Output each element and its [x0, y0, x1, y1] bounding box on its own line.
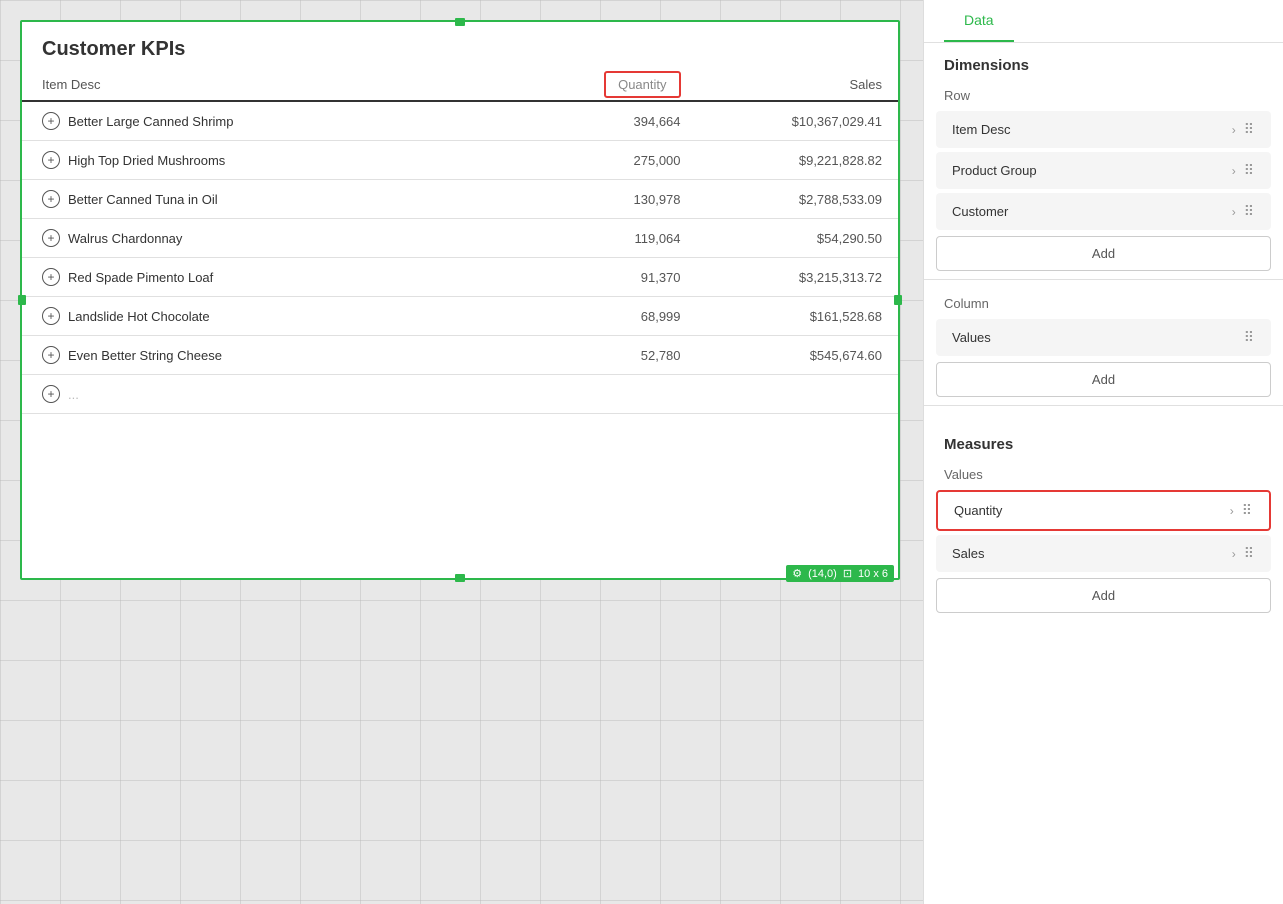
row-expand-icon[interactable]: + [42, 307, 60, 325]
table-row: + Landslide Hot Chocolate 68,999 $161,52… [22, 297, 898, 336]
table-row: + High Top Dried Mushrooms 275,000 $9,22… [22, 141, 898, 180]
sidebar-item-sales-right: › ⠿ [1232, 545, 1255, 562]
table-row: + Even Better String Cheese 52,780 $545,… [22, 336, 898, 375]
sidebar-item-item-desc-right: › ⠿ [1232, 121, 1255, 138]
dots-icon: ⠿ [1244, 329, 1255, 346]
divider2 [924, 405, 1283, 406]
sidebar-item-customer[interactable]: Customer › ⠿ [936, 193, 1271, 230]
table-row: + ... [22, 375, 898, 414]
row-expand-icon[interactable]: + [42, 385, 60, 403]
chevron-icon: › [1232, 123, 1236, 137]
table-row: + Better Canned Tuna in Oil 130,978 $2,7… [22, 180, 898, 219]
table-row: + Walrus Chardonnay 119,064 $54,290.50 [22, 219, 898, 258]
resize-handle-top[interactable] [455, 18, 465, 26]
resize-handle-right[interactable] [894, 295, 902, 305]
widget-title: Customer KPIs [22, 22, 898, 69]
gear-icon: ⚙ [792, 567, 802, 580]
row-expand-icon[interactable]: + [42, 229, 60, 247]
add-row-dimension-button[interactable]: Add [936, 236, 1271, 271]
measures-section: Measures Values Quantity › ⠿ Sales › ⠿ A… [924, 414, 1283, 613]
sidebar-item-item-desc[interactable]: Item Desc › ⠿ [936, 111, 1271, 148]
sidebar-item-sales[interactable]: Sales › ⠿ [936, 535, 1271, 572]
row-label: Row [924, 80, 1283, 107]
widget-container: Customer KPIs Item Desc Quantity Sales [20, 20, 900, 580]
sidebar: Data Dimensions Row Item Desc › ⠿ Produc… [923, 0, 1283, 904]
add-measure-button[interactable]: Add [936, 578, 1271, 613]
position-badge: ⚙ (14,0) ⊡ 10 x 6 [786, 565, 894, 582]
column-label: Column [924, 288, 1283, 315]
measures-heading: Measures [924, 422, 1283, 459]
measures-values-label: Values [924, 459, 1283, 486]
add-column-dimension-button[interactable]: Add [936, 362, 1271, 397]
sidebar-item-product-group[interactable]: Product Group › ⠿ [936, 152, 1271, 189]
data-tab[interactable]: Data [944, 0, 1014, 42]
table-row: + Red Spade Pimento Loaf 91,370 $3,215,3… [22, 258, 898, 297]
col-header-sales: Sales [697, 69, 898, 101]
dots-icon: ⠿ [1242, 502, 1253, 519]
resize-icon: ⊡ [843, 567, 852, 580]
row-expand-icon[interactable]: + [42, 346, 60, 364]
chevron-icon: › [1232, 547, 1236, 561]
row-expand-icon[interactable]: + [42, 268, 60, 286]
chevron-icon: › [1232, 205, 1236, 219]
data-table: Item Desc Quantity Sales + Better Large … [22, 69, 898, 414]
dots-icon: ⠿ [1244, 203, 1255, 220]
sidebar-item-values-right: ⠿ [1244, 329, 1255, 346]
row-expand-icon[interactable]: + [42, 151, 60, 169]
row-expand-icon[interactable]: + [42, 112, 60, 130]
chevron-icon: › [1232, 164, 1236, 178]
col-header-quantity[interactable]: Quantity [504, 69, 697, 101]
divider [924, 279, 1283, 280]
row-expand-icon[interactable]: + [42, 190, 60, 208]
resize-handle-left[interactable] [18, 295, 26, 305]
sidebar-item-quantity-right: › ⠿ [1230, 502, 1253, 519]
sidebar-item-product-group-right: › ⠿ [1232, 162, 1255, 179]
sidebar-item-customer-right: › ⠿ [1232, 203, 1255, 220]
col-header-item-desc: Item Desc [22, 69, 504, 101]
dots-icon: ⠿ [1244, 121, 1255, 138]
dots-icon: ⠿ [1244, 162, 1255, 179]
chevron-icon: › [1230, 504, 1234, 518]
dots-icon: ⠿ [1244, 545, 1255, 562]
resize-handle-bottom[interactable] [455, 574, 465, 582]
table-header-row: Item Desc Quantity Sales [22, 69, 898, 101]
sidebar-item-values[interactable]: Values ⠿ [936, 319, 1271, 356]
sidebar-item-quantity[interactable]: Quantity › ⠿ [936, 490, 1271, 531]
table-row: + Better Large Canned Shrimp 394,664 $10… [22, 101, 898, 141]
dimensions-heading: Dimensions [924, 43, 1283, 80]
